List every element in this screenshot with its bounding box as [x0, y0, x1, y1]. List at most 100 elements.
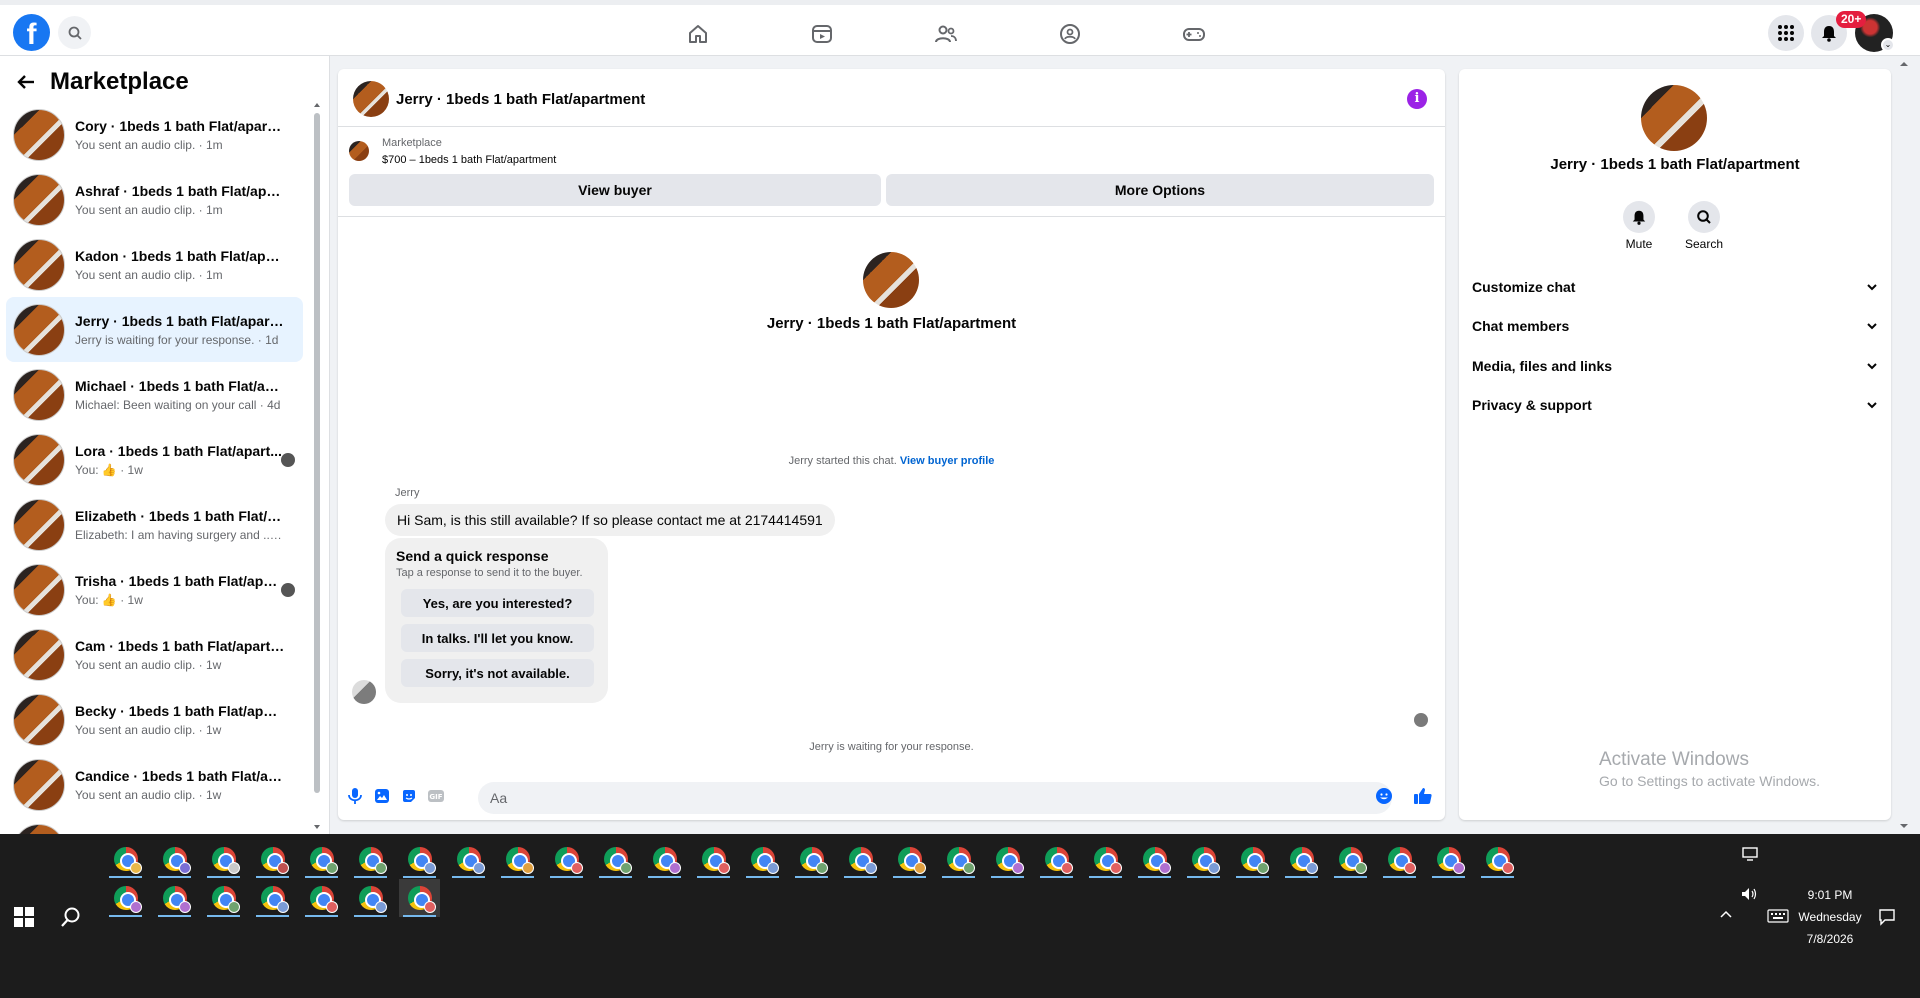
network-icon[interactable]	[1742, 847, 1758, 861]
scroll-up-icon[interactable]	[313, 101, 321, 109]
section-media-files-links[interactable]: Media, files and links	[1472, 351, 1878, 381]
search-action[interactable]: Search	[1674, 201, 1734, 251]
taskbar-app-chrome[interactable]	[693, 840, 734, 878]
details-avatar[interactable]	[1641, 85, 1707, 151]
more-options-button[interactable]: More Options	[886, 174, 1434, 206]
taskbar-app-chrome[interactable]	[1183, 840, 1224, 878]
info-icon[interactable]: i	[1407, 89, 1427, 109]
taskbar-app-chrome[interactable]	[154, 840, 195, 878]
taskbar-app-chrome[interactable]	[1281, 840, 1322, 878]
emoji-button[interactable]	[1374, 786, 1394, 806]
taskbar-app-chrome[interactable]	[252, 840, 293, 878]
listing-thumbnail[interactable]	[349, 141, 369, 161]
taskbar-app-chrome[interactable]	[791, 840, 832, 878]
taskbar-app-chrome[interactable]	[448, 840, 489, 878]
conversation-item[interactable]: Becky · 1beds 1 bath Flat/apart... You se…	[6, 687, 303, 752]
taskbar-app-chrome[interactable]	[1036, 840, 1077, 878]
taskbar-app-chrome[interactable]	[105, 840, 146, 878]
conversation-item[interactable]: Ashraf · 1beds 1 bath Flat/apart... You s…	[6, 167, 303, 232]
taskbar-app-chrome[interactable]	[301, 840, 342, 878]
conversation-item[interactable]: Cory · 1beds 1 bath Flat/apartm... You se…	[6, 102, 303, 167]
mute-button[interactable]	[1623, 201, 1655, 233]
conversation-item[interactable]: Trisha · 1beds 1 bath Flat/apar... You: 👍…	[6, 557, 303, 622]
quick-reply-in-talks[interactable]: In talks. I'll let you know.	[401, 624, 594, 652]
conversation-item[interactable]: Lora · 1beds 1 bath Flat/apart... You: 👍 …	[6, 427, 303, 492]
taskbar-app-chrome[interactable]	[1477, 840, 1518, 878]
view-buyer-button[interactable]: View buyer	[349, 174, 881, 206]
message-bubble[interactable]: Hi Sam, is this still available? If so p…	[385, 504, 835, 536]
section-chat-members[interactable]: Chat members	[1472, 311, 1878, 341]
taskbar-app-chrome[interactable]	[1379, 840, 1420, 878]
sticker-button[interactable]	[399, 786, 419, 806]
section-privacy-support[interactable]: Privacy & support	[1472, 390, 1878, 420]
taskbar-app-chrome[interactable]	[840, 840, 881, 878]
windows-start-icon[interactable]	[14, 907, 34, 927]
quick-reply-interested[interactable]: Yes, are you interested?	[401, 589, 594, 617]
taskbar-app-chrome[interactable]	[399, 840, 440, 878]
scroll-up-icon[interactable]	[1899, 60, 1909, 68]
taskbar-app-chrome[interactable]	[987, 840, 1028, 878]
taskbar-app-chrome[interactable]	[1232, 840, 1273, 878]
groups-tab[interactable]	[1052, 16, 1088, 52]
like-button[interactable]	[1413, 786, 1433, 806]
taskbar-app-chrome[interactable]	[105, 879, 146, 917]
clock-date[interactable]: 7/8/2026	[1795, 932, 1865, 946]
message-input[interactable]	[478, 782, 1392, 814]
taskbar-app-chrome[interactable]	[252, 879, 293, 917]
friends-tab[interactable]	[928, 16, 964, 52]
taskbar-app-chrome[interactable]	[546, 840, 587, 878]
search-button[interactable]	[58, 16, 91, 49]
scroll-down-icon[interactable]	[1899, 822, 1909, 830]
notifications-center-icon[interactable]	[1878, 908, 1896, 926]
clock-time[interactable]: 9:01 PM	[1800, 888, 1860, 902]
gaming-tab[interactable]	[1176, 16, 1212, 52]
gif-button[interactable]: GIF	[426, 786, 446, 806]
taskbar-app-chrome[interactable]	[399, 879, 440, 917]
conversation-item[interactable]: Candice · 1beds 1 bath Flat/apar... You s…	[6, 752, 303, 817]
taskbar-app-chrome[interactable]	[1428, 840, 1469, 878]
conversation-item[interactable]: Michael · 1beds 1 bath Flat/apar... Micha…	[6, 362, 303, 427]
scroll-down-icon[interactable]	[313, 823, 321, 831]
conversation-item[interactable]: Cam · 1beds 1 bath Flat/apartme... You se…	[6, 622, 303, 687]
conversation-item[interactable]: Elizabeth · 1beds 1 bath Flat/apa... Eliz…	[6, 492, 303, 557]
mute-action[interactable]: Mute	[1609, 201, 1669, 251]
taskbar-app-chrome[interactable]	[301, 879, 342, 917]
taskbar-app-chrome[interactable]	[203, 879, 244, 917]
taskbar-app-chrome[interactable]	[497, 840, 538, 878]
taskbar-app-chrome[interactable]	[644, 840, 685, 878]
view-buyer-profile-link[interactable]: View buyer profile	[900, 455, 995, 467]
chevron-up-icon[interactable]	[1719, 909, 1733, 919]
chevron-down-icon[interactable]: ⌄	[1881, 38, 1895, 52]
listing-title[interactable]: $700 – 1beds 1 bath Flat/apartment	[382, 154, 556, 166]
taskbar-app-chrome[interactable]	[1085, 840, 1126, 878]
video-tab[interactable]	[804, 16, 840, 52]
keyboard-icon[interactable]	[1767, 909, 1789, 923]
taskbar-app-chrome[interactable]	[203, 840, 244, 878]
sidebar-scroll-thumb[interactable]	[314, 113, 320, 793]
taskbar-app-chrome[interactable]	[1330, 840, 1371, 878]
volume-icon[interactable]	[1741, 887, 1759, 901]
taskbar-app-chrome[interactable]	[350, 840, 391, 878]
conversation-item[interactable]: Jerry · 1beds 1 bath Flat/apartm... Jerry…	[6, 297, 303, 362]
chat-profile-avatar[interactable]	[863, 252, 919, 308]
taskbar-app-chrome[interactable]	[938, 840, 979, 878]
facebook-logo[interactable]: f	[13, 14, 50, 51]
search-chat-button[interactable]	[1688, 201, 1720, 233]
taskbar-app-chrome[interactable]	[889, 840, 930, 878]
taskbar-app-chrome[interactable]	[742, 840, 783, 878]
taskbar-search-icon[interactable]	[60, 906, 82, 928]
taskbar-app-chrome[interactable]	[350, 879, 391, 917]
sender-avatar[interactable]	[352, 680, 376, 704]
back-arrow-icon[interactable]	[16, 72, 36, 92]
chat-header-avatar[interactable]	[353, 81, 389, 117]
taskbar-app-chrome[interactable]	[154, 879, 195, 917]
chat-header-title[interactable]: Jerry · 1beds 1 bath Flat/apartment	[396, 91, 645, 108]
section-customize-chat[interactable]: Customize chat	[1472, 272, 1878, 302]
quick-reply-not-available[interactable]: Sorry, it's not available.	[401, 659, 594, 687]
taskbar-app-chrome[interactable]	[1134, 840, 1175, 878]
taskbar-app-chrome[interactable]	[595, 840, 636, 878]
audio-clip-button[interactable]	[345, 786, 365, 806]
page-scrollbar[interactable]	[1898, 56, 1910, 834]
conversation-item[interactable]: LaRee · 1beds 1 bath Flat/apart...	[6, 817, 303, 834]
conversation-item[interactable]: Kadon · 1beds 1 bath Flat/apart... You se…	[6, 232, 303, 297]
